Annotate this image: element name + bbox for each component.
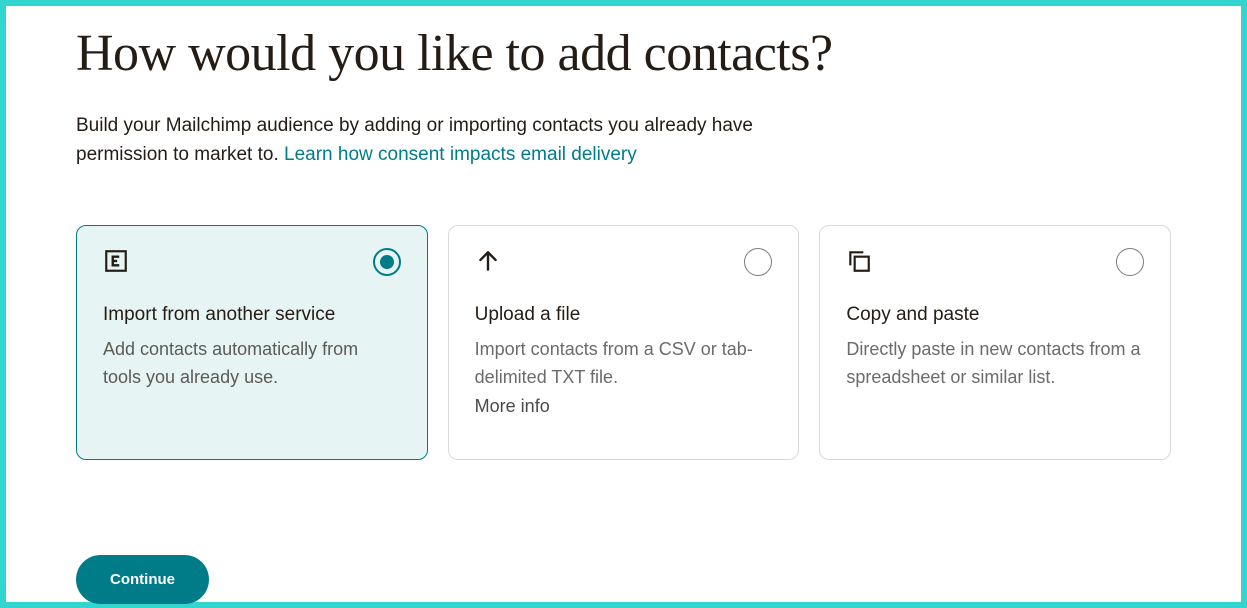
option-copy-paste[interactable]: Copy and paste Directly paste in new con… bbox=[819, 225, 1171, 460]
card-header bbox=[475, 248, 773, 282]
option-desc: Import contacts from a CSV or tab-delimi… bbox=[475, 336, 773, 392]
card-header bbox=[103, 248, 401, 282]
consent-link[interactable]: Learn how consent impacts email delivery bbox=[284, 144, 637, 165]
import-service-icon bbox=[103, 248, 129, 274]
options-row: Import from another service Add contacts… bbox=[76, 225, 1171, 460]
option-title: Upload a file bbox=[475, 304, 773, 326]
page-title: How would you like to add contacts? bbox=[76, 24, 1171, 83]
copy-paste-icon bbox=[846, 248, 872, 274]
card-header bbox=[846, 248, 1144, 282]
page-subtitle: Build your Mailchimp audience by adding … bbox=[76, 111, 776, 170]
upload-arrow-icon bbox=[475, 248, 501, 274]
option-desc: Add contacts automatically from tools yo… bbox=[103, 336, 401, 392]
radio-selected-icon bbox=[373, 248, 401, 276]
more-info-link[interactable]: More info bbox=[475, 396, 773, 417]
option-import-service[interactable]: Import from another service Add contacts… bbox=[76, 225, 428, 460]
continue-button[interactable]: Continue bbox=[76, 555, 209, 604]
radio-icon bbox=[744, 248, 772, 276]
option-upload-file[interactable]: Upload a file Import contacts from a CSV… bbox=[448, 225, 800, 460]
radio-icon bbox=[1116, 248, 1144, 276]
option-title: Copy and paste bbox=[846, 304, 1144, 326]
option-desc: Directly paste in new contacts from a sp… bbox=[846, 336, 1144, 392]
option-title: Import from another service bbox=[103, 304, 401, 326]
